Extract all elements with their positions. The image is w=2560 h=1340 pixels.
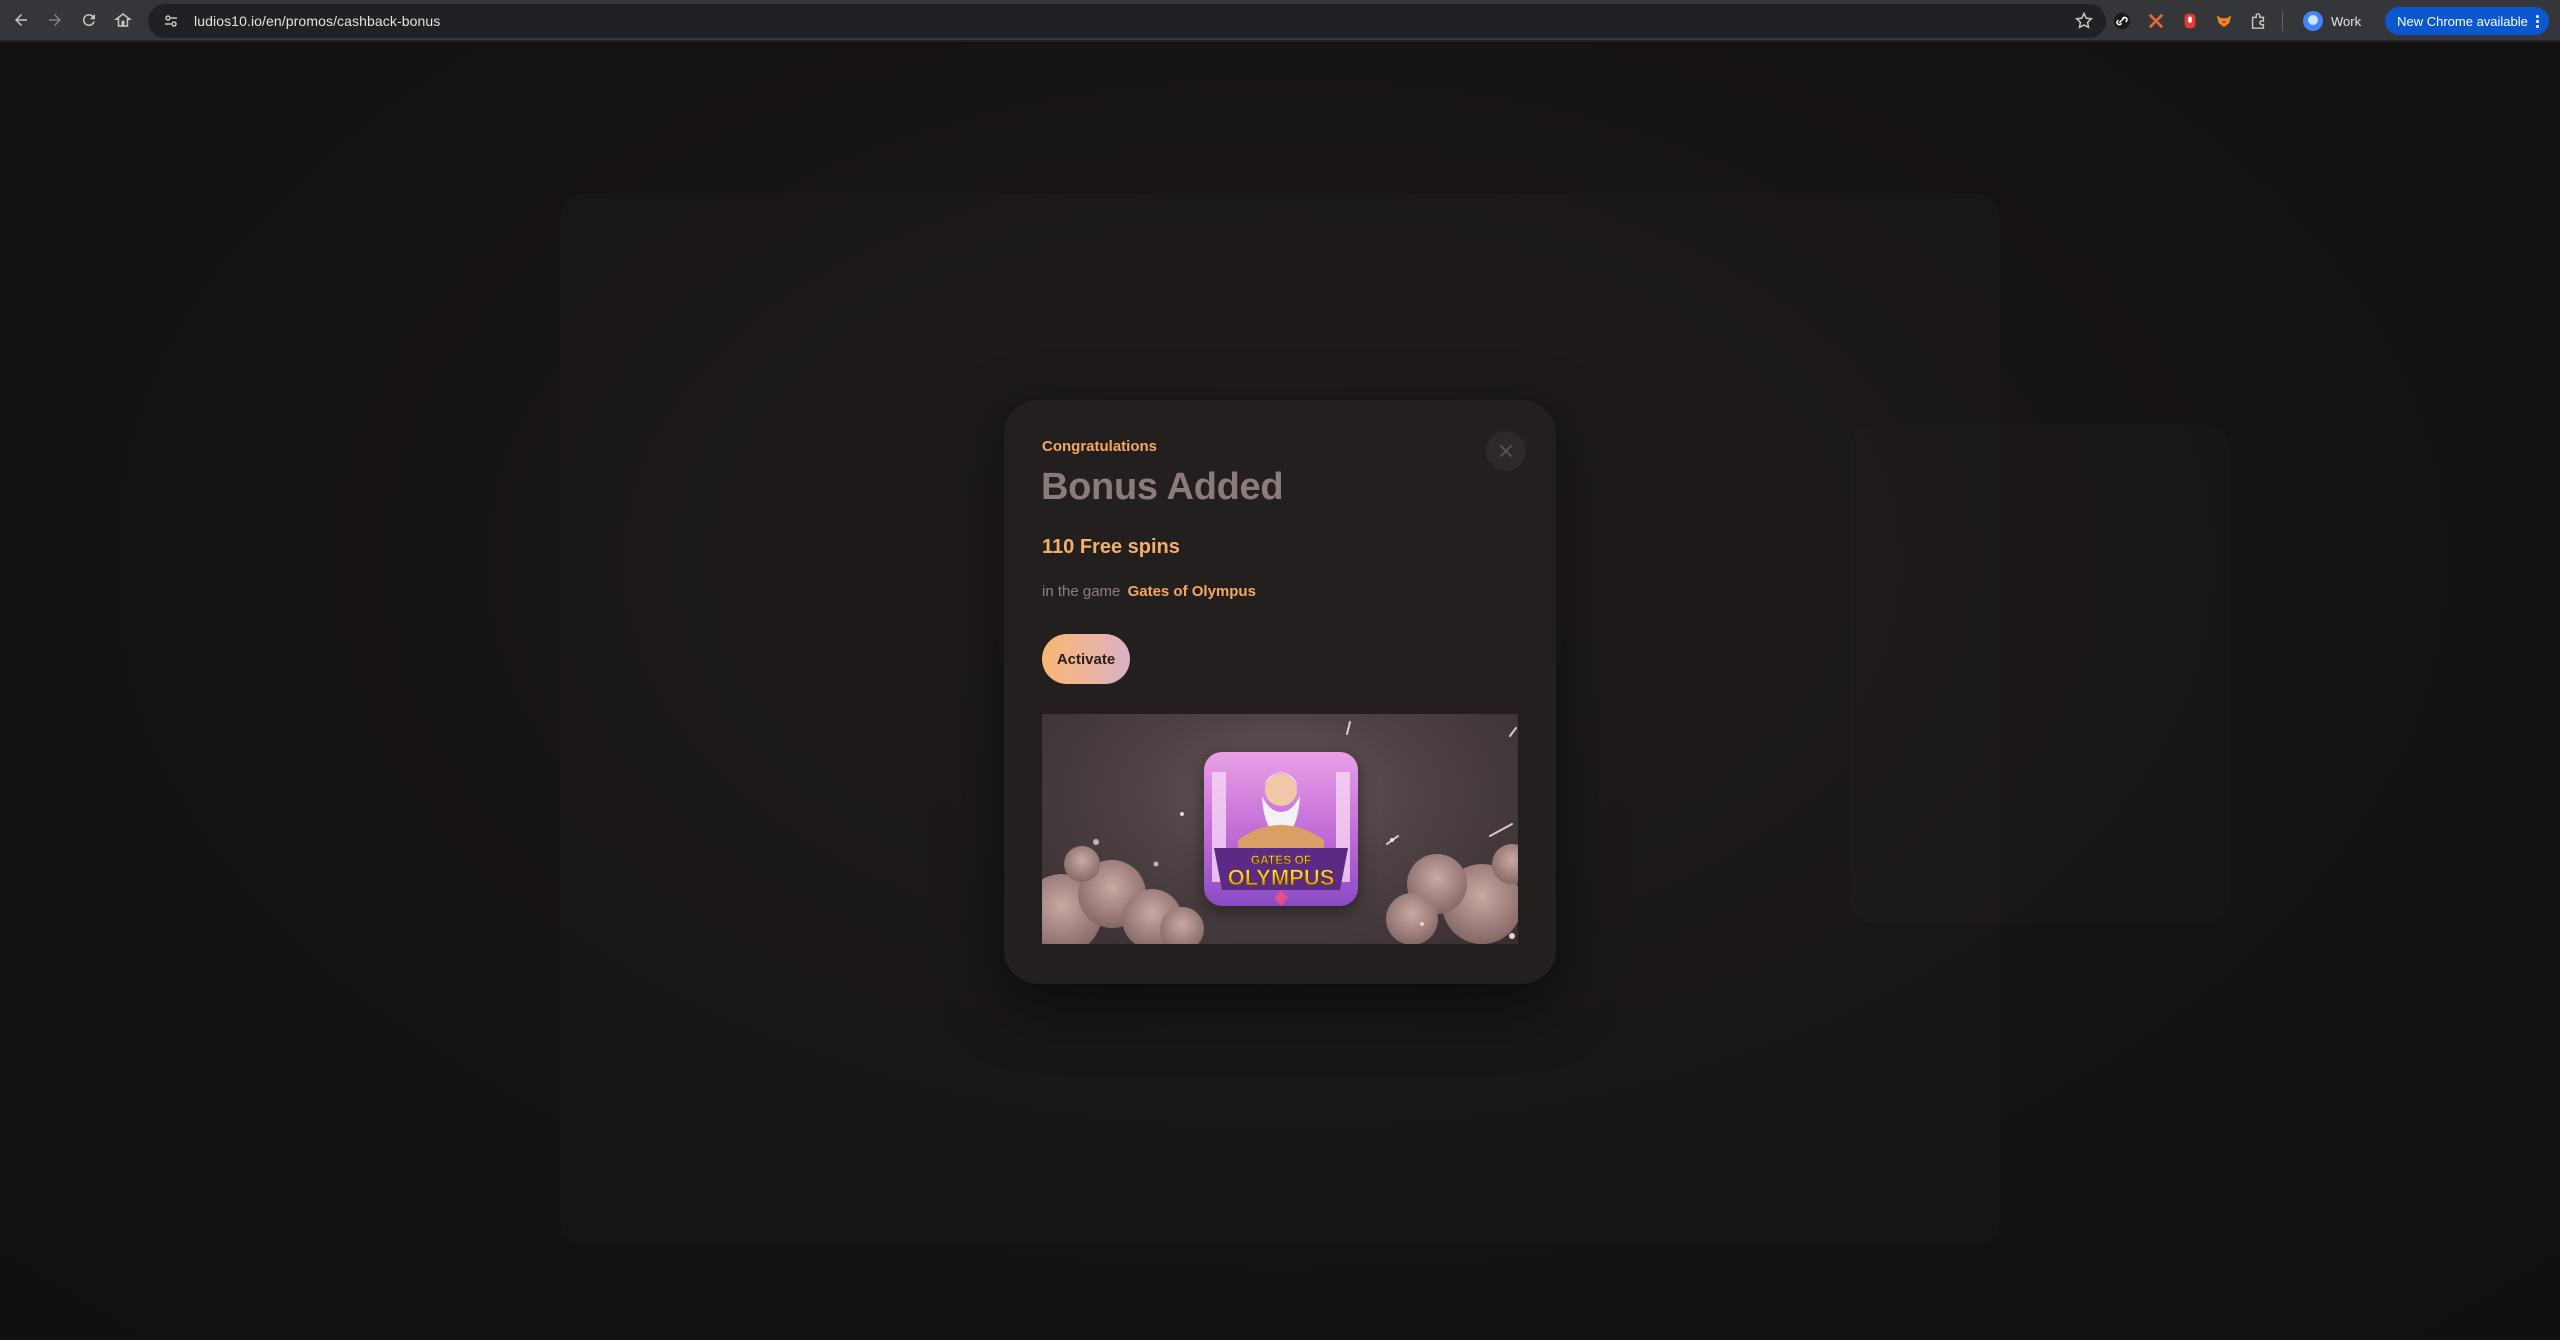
forward-icon[interactable] (38, 3, 72, 37)
background-card (1850, 424, 2230, 924)
bonus-modal: Congratulations Bonus Added 110 Free spi… (1004, 400, 1556, 984)
gates-of-olympus-thumbnail[interactable]: GATES OF OLYMPUS (1204, 752, 1358, 906)
reload-icon[interactable] (72, 3, 106, 37)
modal-title: Bonus Added (1041, 466, 1284, 508)
profile-button[interactable]: Work (2297, 7, 2371, 35)
update-label: New Chrome available (2397, 13, 2528, 29)
home-icon[interactable] (106, 3, 140, 37)
tile-title-main: OLYMPUS (1228, 865, 1335, 890)
red-extension-icon[interactable] (2180, 11, 2200, 31)
modal-eyebrow: Congratulations (1042, 438, 1157, 455)
kebab-menu-icon[interactable] (2535, 14, 2539, 28)
url-text[interactable]: ludios10.io/en/promos/cashback-bonus (194, 13, 440, 29)
back-icon[interactable] (4, 3, 38, 37)
x-extension-icon[interactable] (2146, 11, 2166, 31)
extensions-bar: Work New Chrome available (2112, 4, 2549, 38)
avatar (2303, 11, 2323, 31)
game-name-link[interactable]: Gates of Olympus (1128, 583, 1256, 600)
link-extension-icon[interactable] (2112, 11, 2132, 31)
close-button[interactable] (1486, 431, 1526, 471)
bonus-amount: 110 Free spins (1042, 536, 1180, 558)
toolbar-divider (2282, 11, 2283, 31)
game-banner[interactable]: GATES OF OLYMPUS (1042, 714, 1518, 944)
fox-extension-icon[interactable] (2214, 11, 2234, 31)
site-info-icon[interactable] (160, 10, 182, 32)
game-prefix: in the game (1042, 583, 1121, 600)
bookmark-star-icon[interactable] (2074, 11, 2094, 31)
activate-button[interactable]: Activate (1042, 634, 1130, 684)
game-line: in the game Gates of Olympus (1042, 583, 1256, 600)
address-bar[interactable]: ludios10.io/en/promos/cashback-bonus (148, 4, 2106, 38)
olympus-logo-art: GATES OF OLYMPUS (1204, 752, 1358, 906)
close-icon (1500, 445, 1512, 457)
profile-label: Work (2331, 13, 2362, 29)
nav-buttons (4, 3, 140, 37)
browser-toolbar: ludios10.io/en/promos/cashback-bonus Wor… (0, 0, 2560, 42)
puzzle-extensions-icon[interactable] (2248, 11, 2268, 31)
chrome-update-button[interactable]: New Chrome available (2385, 7, 2549, 35)
